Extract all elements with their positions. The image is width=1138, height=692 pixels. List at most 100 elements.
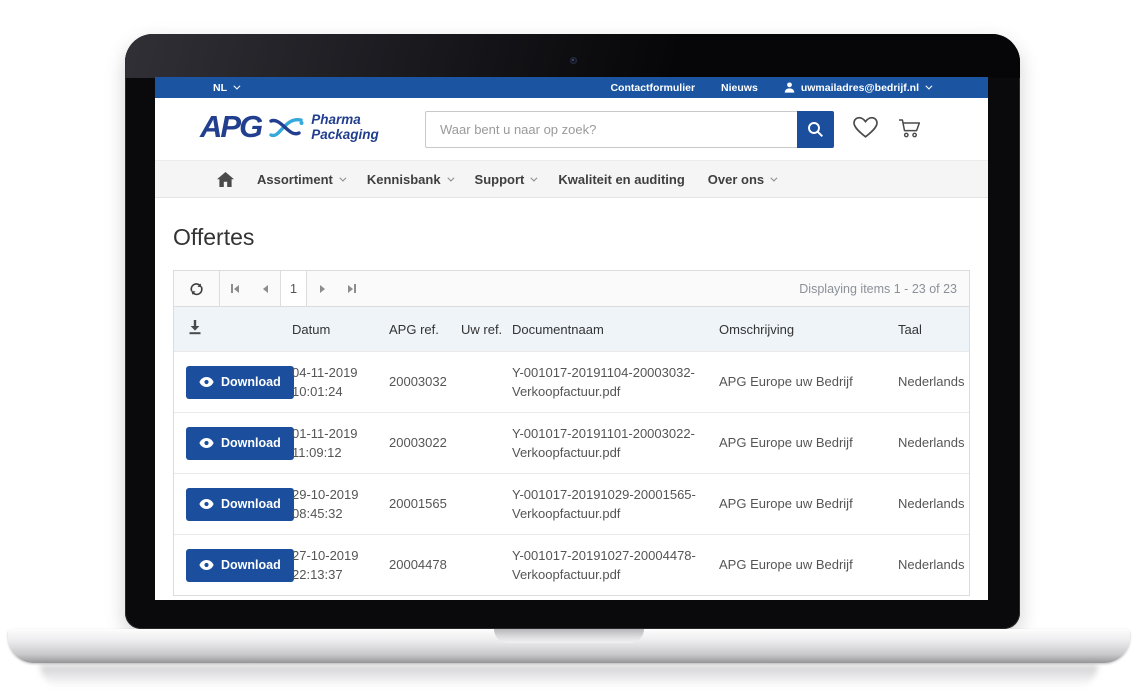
grid-toolbar: 1 Displaying items 1 - 23 of 23 (174, 271, 969, 307)
user-email: uwmailadres@bedrijf.nl (801, 82, 919, 94)
column-header-uw-ref[interactable]: Uw ref. (461, 322, 512, 337)
cell-datum: 04-11-2019 10:01:24 (292, 363, 389, 402)
cell-omschrijving: APG Europe uw Bedrijf (719, 494, 898, 514)
column-header-datum[interactable]: Datum (292, 322, 389, 337)
next-page-button[interactable] (307, 271, 337, 306)
eye-icon (199, 438, 214, 448)
table-row: Download 04-11-2019 10:01:24 20003032 Y-… (174, 351, 969, 412)
table-header-row: Datum APG ref. Uw ref. Documentnaam Omsc… (174, 307, 969, 351)
triangle-left-icon (234, 285, 239, 293)
download-cell: Download (174, 488, 292, 521)
browser-viewport: NL Contactformulier Nieuws uwmailadres@b… (155, 77, 988, 600)
time-value: 08:45:32 (292, 506, 343, 521)
nav-menu-item[interactable]: Kennisbank (367, 172, 452, 187)
language-label: NL (213, 82, 227, 94)
cell-apg-ref: 20003022 (389, 433, 461, 453)
logo-line1: Pharma (311, 112, 361, 127)
table-row: Download 27-10-2019 22:13:37 20004478 Y-… (174, 534, 969, 595)
eye-icon (199, 560, 214, 570)
account-menu[interactable]: uwmailadres@bedrijf.nl (784, 82, 930, 94)
cart-button[interactable] (897, 116, 924, 142)
paging-status: Displaying items 1 - 23 of 23 (799, 282, 957, 296)
nav-items: Assortiment Kennisbank Support Kwaliteit… (257, 172, 775, 187)
download-button-label: Download (221, 375, 281, 389)
last-page-button[interactable] (337, 271, 367, 306)
column-header-apg-ref[interactable]: APG ref. (389, 322, 461, 337)
language-selector[interactable]: NL (213, 82, 238, 94)
cell-documentnaam: Y-001017-20191101-20003022-Verkoopfactuu… (512, 424, 719, 463)
heart-icon (852, 116, 879, 139)
triangle-right-icon (320, 285, 325, 293)
laptop-reflection (40, 665, 1098, 687)
nav-menu-item[interactable]: Kwaliteit en auditing (558, 172, 684, 187)
nav-menu-item[interactable]: Assortiment (257, 172, 344, 187)
nav-item-label: Kennisbank (367, 172, 441, 187)
download-button[interactable]: Download (186, 549, 294, 582)
table-body: Download 04-11-2019 10:01:24 20003032 Y-… (174, 351, 969, 595)
nav-menu-item[interactable]: Support (475, 172, 536, 187)
download-button-label: Download (221, 558, 281, 572)
cell-taal: Nederlands (898, 372, 975, 392)
first-page-button[interactable] (220, 271, 250, 306)
cart-icon (897, 116, 924, 139)
column-header-taal[interactable]: Taal (898, 322, 969, 337)
cell-documentnaam: Y-001017-20191027-20004478-Verkoopfactuu… (512, 546, 719, 585)
nav-home-link[interactable] (217, 172, 234, 187)
table-row: Download 01-11-2019 11:09:12 20003022 Y-… (174, 412, 969, 473)
nav-item-label: Over ons (708, 172, 764, 187)
site-header: APG Pharma Packaging (155, 98, 988, 160)
contact-form-link[interactable]: Contactformulier (610, 82, 695, 94)
site-logo[interactable]: APG Pharma Packaging (200, 109, 379, 145)
cell-apg-ref: 20003032 (389, 372, 461, 392)
previous-page-button[interactable] (250, 271, 280, 306)
current-page-indicator[interactable]: 1 (280, 271, 307, 306)
user-icon (784, 82, 795, 93)
refresh-button[interactable] (174, 271, 220, 306)
chevron-down-icon (339, 174, 346, 181)
wishlist-button[interactable] (852, 116, 879, 142)
download-button-label: Download (221, 497, 281, 511)
triangle-right-icon (348, 285, 353, 293)
triangle-left-icon (263, 285, 268, 293)
column-header-omschrijving[interactable]: Omschrijving (719, 322, 898, 337)
cell-taal: Nederlands (898, 555, 975, 575)
column-header-documentnaam[interactable]: Documentnaam (512, 322, 719, 337)
chevron-down-icon (233, 83, 240, 90)
search-button[interactable] (797, 111, 834, 148)
page-title: Offertes (173, 224, 970, 251)
cell-datum: 29-10-2019 08:45:32 (292, 485, 389, 524)
main-navigation: Assortiment Kennisbank Support Kwaliteit… (155, 160, 988, 198)
date-value: 04-11-2019 (292, 365, 358, 380)
logo-tagline: Pharma Packaging (311, 112, 379, 142)
download-button[interactable]: Download (186, 366, 294, 399)
download-button-label: Download (221, 436, 281, 450)
download-button[interactable]: Download (186, 427, 294, 460)
nav-item-label: Assortiment (257, 172, 333, 187)
logo-apg-text: APG (200, 109, 261, 145)
home-icon (217, 172, 234, 187)
cell-apg-ref: 20001565 (389, 494, 461, 514)
cell-omschrijving: APG Europe uw Bedrijf (719, 372, 898, 392)
logo-line2: Packaging (311, 127, 379, 142)
download-all-header[interactable] (174, 320, 292, 338)
laptop-mockup: NL Contactformulier Nieuws uwmailadres@b… (0, 0, 1138, 692)
nav-menu-item[interactable]: Over ons (708, 172, 775, 187)
refresh-icon (189, 282, 204, 296)
dna-logo-icon (268, 112, 304, 142)
search-bar (425, 111, 834, 148)
nav-item-label: Kwaliteit en auditing (558, 172, 684, 187)
cell-documentnaam: Y-001017-20191104-20003032-Verkoopfactuu… (512, 363, 719, 402)
nav-item-label: Support (475, 172, 525, 187)
cell-documentnaam: Y-001017-20191029-20001565-Verkoopfactuu… (512, 485, 719, 524)
download-button[interactable]: Download (186, 488, 294, 521)
webcam-dot (570, 57, 577, 64)
page-content: Offertes 1 (155, 224, 988, 596)
download-cell: Download (174, 427, 292, 460)
date-value: 01-11-2019 (292, 426, 358, 441)
search-input[interactable] (425, 111, 797, 148)
laptop-base-notch (494, 629, 644, 643)
news-link[interactable]: Nieuws (721, 82, 758, 94)
chevron-down-icon (771, 174, 778, 181)
first-page-icon (231, 284, 233, 293)
search-icon (807, 121, 824, 138)
